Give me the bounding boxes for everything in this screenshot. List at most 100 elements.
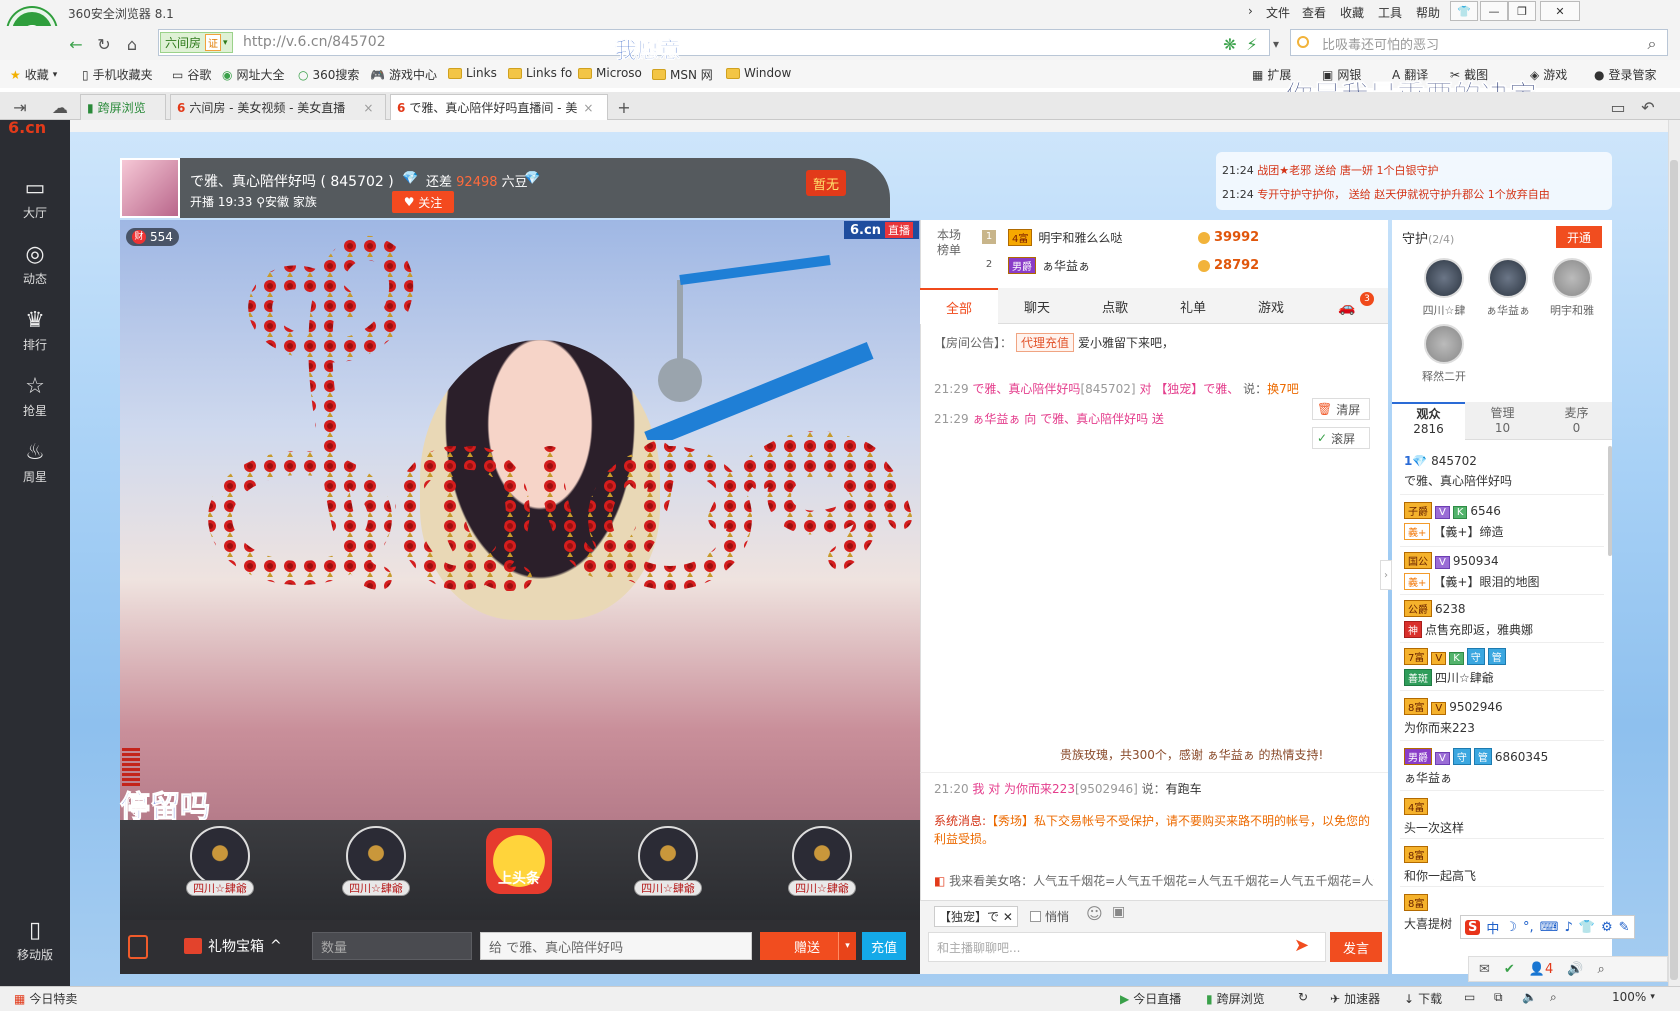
- menu-tools[interactable]: 工具: [1378, 4, 1402, 21]
- guard-avatar[interactable]: [1488, 258, 1528, 298]
- login-manager-button[interactable]: ● 登录管家: [1594, 66, 1657, 83]
- guard-avatar[interactable]: [1424, 258, 1464, 298]
- back-icon[interactable]: ←: [64, 33, 88, 55]
- menu-help[interactable]: 帮助: [1416, 4, 1440, 21]
- guard-avatar[interactable]: [1424, 324, 1464, 364]
- skin-icon[interactable]: 👕: [1579, 920, 1595, 935]
- nav-mobile[interactable]: ▯ 移动版: [0, 908, 70, 974]
- open-guard-button[interactable]: 开通: [1556, 226, 1602, 248]
- nav-week-star[interactable]: ♨ 周星: [0, 430, 70, 496]
- ime-toolbar[interactable]: S 中 ☽ °, ⌨ ♪ 👕 ⚙ ✎: [1460, 915, 1635, 939]
- tab-songs[interactable]: 点歌: [1076, 288, 1154, 324]
- search-input[interactable]: 比吸毒还可怕的恶习: [1322, 34, 1439, 53]
- site-badge[interactable]: 六间房证 ▾: [160, 32, 233, 53]
- audience-item[interactable]: 7富 V K 守管善斑 四川☆肆爺: [1404, 648, 1600, 686]
- audience-item[interactable]: 1💎 845702 で雅、真心陪伴好吗: [1404, 454, 1600, 489]
- close-icon[interactable]: ✕: [1003, 910, 1013, 924]
- status-compat-icon[interactable]: ▭: [1464, 990, 1475, 1004]
- rank-label[interactable]: 本场榜单: [934, 228, 964, 258]
- nav-lobby[interactable]: ▭ 大厅: [0, 166, 70, 232]
- refresh-icon[interactable]: ↻: [92, 33, 116, 55]
- audience-item[interactable]: 公爵 6238 神点售充即返，雅典娜: [1404, 600, 1600, 638]
- settings-icon[interactable]: ⚙: [1601, 920, 1613, 935]
- bookmark-msn[interactable]: MSN 网: [652, 66, 713, 83]
- rank-row-2[interactable]: 2 男爵 ぁ华益ぁ: [982, 254, 1090, 276]
- check-icon[interactable]: ✔: [1504, 962, 1515, 977]
- menu-favorites[interactable]: 收藏: [1340, 4, 1364, 21]
- tab-audience[interactable]: 观众 2816: [1392, 402, 1465, 440]
- exclusive-target[interactable]: 【独宠】で ✕: [934, 906, 1018, 927]
- whisper-checkbox[interactable]: 悄悄: [1030, 908, 1069, 925]
- tab-live-room[interactable]: 6 で雅、真心陪伴好吗直播间 - 美 ×: [390, 94, 608, 120]
- sidebar-toggle-icon[interactable]: ⇥: [8, 96, 32, 118]
- url-text[interactable]: http://v.6.cn/845702: [243, 34, 386, 50]
- new-tab-icon[interactable]: +: [612, 96, 636, 118]
- bookmark-links[interactable]: Links: [448, 66, 497, 80]
- close-button[interactable]: ✕: [1540, 1, 1580, 21]
- clear-screen-button[interactable]: 🗑 清屏: [1312, 398, 1370, 420]
- search-engine-icon[interactable]: [1297, 36, 1309, 48]
- guard-seat-1[interactable]: 四川☆肆爺: [170, 826, 270, 918]
- skin-button[interactable]: 👕: [1450, 1, 1478, 21]
- nav-rank[interactable]: ♛ 排行: [0, 298, 70, 364]
- tab-admins[interactable]: 管理 10: [1466, 402, 1539, 440]
- tab-gift-list[interactable]: 礼单: [1154, 288, 1232, 324]
- audience-item[interactable]: 8富 V 9502946 为你而来223: [1404, 698, 1600, 736]
- maximize-button[interactable]: ❐: [1508, 1, 1536, 21]
- tab-all[interactable]: 全部: [920, 288, 998, 324]
- close-tab-icon[interactable]: ×: [363, 101, 373, 115]
- bookmark-links-fo[interactable]: Links fo: [508, 66, 572, 80]
- tab-6cn-home[interactable]: 6 六间房 - 美女视频 - 美女直播 ×: [170, 94, 386, 120]
- nav-feed[interactable]: ◎ 动态: [0, 232, 70, 298]
- voice-icon[interactable]: ♪: [1564, 920, 1572, 935]
- bookmark-360search[interactable]: ○ 360搜索: [298, 66, 359, 83]
- close-tab-icon[interactable]: ×: [583, 101, 593, 115]
- recipient-select[interactable]: 给 で雅、真心陪伴好吗: [480, 932, 752, 960]
- audience-item[interactable]: 子爵 V K 6546 義+ 【義+】缔造: [1404, 502, 1600, 540]
- audience-item[interactable]: 4富 头一次这样: [1404, 798, 1600, 836]
- audience-item[interactable]: 国公 V 950934 義+ 【義+】眼泪的地图: [1404, 552, 1600, 590]
- menu-file[interactable]: 文件: [1266, 4, 1290, 21]
- paper-plane-icon[interactable]: ➤: [1294, 935, 1309, 956]
- tab-games[interactable]: 游戏: [1232, 288, 1310, 324]
- audience-item[interactable]: 男爵 V 守管 6860345 ぁ华益ぁ: [1404, 748, 1600, 786]
- guard-avatar[interactable]: [1552, 258, 1592, 298]
- bookmark-favorites[interactable]: ★ 收藏 ▾: [10, 66, 57, 83]
- cloud-icon[interactable]: ☁: [48, 96, 72, 118]
- zoom-level[interactable]: 100% ▾: [1612, 990, 1655, 1004]
- daily-deals[interactable]: ▦ 今日特卖: [14, 990, 77, 1007]
- search-icon[interactable]: ⌕: [1640, 33, 1664, 55]
- tab-crossscreen[interactable]: ▮ 跨屏浏览: [80, 94, 166, 120]
- security-icon[interactable]: ❋: [1218, 33, 1242, 55]
- status-zoom-icon[interactable]: ⌕: [1550, 990, 1557, 1005]
- quantity-input[interactable]: 数量: [312, 932, 472, 960]
- bookmark-windows[interactable]: Window: [726, 66, 791, 80]
- streamer-avatar[interactable]: [120, 158, 180, 218]
- status-refresh[interactable]: ↻: [1298, 990, 1308, 1004]
- home-icon[interactable]: ⌂: [120, 33, 144, 55]
- car-icon[interactable]: 🚗: [1338, 300, 1355, 316]
- emoji-icon[interactable]: ☺: [1086, 904, 1103, 923]
- bookmark-hao[interactable]: ◉ 网址大全: [222, 66, 285, 83]
- menu-chevron-icon[interactable]: ›: [1248, 4, 1253, 18]
- mail-icon[interactable]: ✉: [1479, 962, 1490, 977]
- ime-chinese[interactable]: 中: [1486, 918, 1499, 937]
- bookmark-mobile[interactable]: ▯ 手机收藏夹: [82, 66, 153, 83]
- status-accelerator[interactable]: ✈ 加速器: [1330, 990, 1380, 1007]
- status-window-icon[interactable]: ⧉: [1494, 990, 1503, 1005]
- image-icon[interactable]: ▣: [1112, 904, 1125, 920]
- nav-star-grab[interactable]: ☆ 抢星: [0, 364, 70, 430]
- moon-icon[interactable]: ☽: [1505, 920, 1517, 935]
- guard-seat-2[interactable]: 四川☆肆爺: [326, 826, 426, 918]
- audience-scrollbar[interactable]: [1608, 446, 1612, 556]
- pen-icon[interactable]: ✎: [1619, 920, 1630, 935]
- gift-record-icon[interactable]: [128, 935, 148, 959]
- page-scrollbar-thumb[interactable]: [1670, 160, 1678, 980]
- volume-icon[interactable]: 🔊: [1567, 962, 1583, 977]
- bookmark-microsoft[interactable]: Microso: [578, 66, 642, 80]
- status-download[interactable]: ↓ 下载: [1404, 990, 1442, 1007]
- headline-button[interactable]: 上头条: [486, 828, 552, 894]
- tab-mic-queue[interactable]: 麦序 0: [1540, 402, 1613, 440]
- speed-icon[interactable]: ⚡: [1240, 33, 1264, 55]
- flag-badge[interactable]: 暂无: [806, 170, 846, 196]
